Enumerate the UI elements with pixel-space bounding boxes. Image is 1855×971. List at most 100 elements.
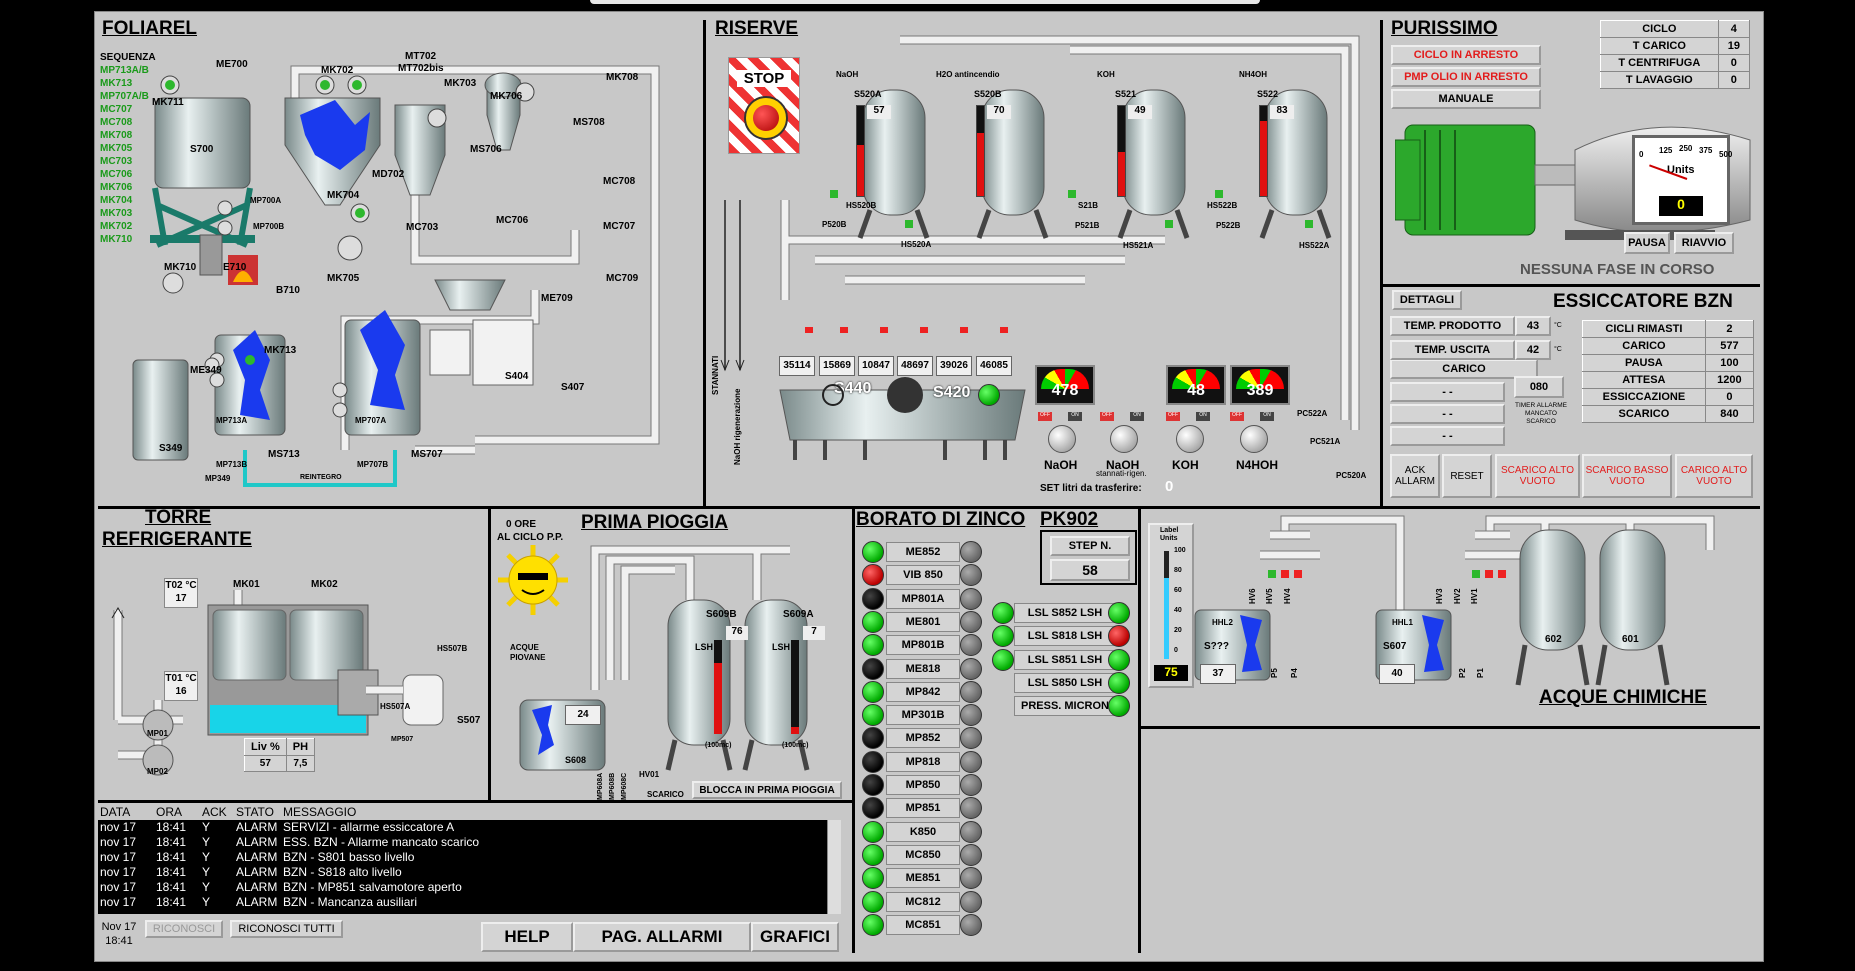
borato-motor-row[interactable]: MP801A bbox=[862, 587, 982, 610]
label-p522b: P522B bbox=[1216, 221, 1241, 230]
borato-motor-row[interactable]: MP850 bbox=[862, 774, 982, 796]
borato-motor-row[interactable]: MC851 bbox=[862, 913, 982, 936]
step-label: STEP N. bbox=[1050, 536, 1130, 556]
level-switch-row: LSL S852 LSH bbox=[992, 602, 1132, 624]
carico-slot[interactable]: - - bbox=[1390, 382, 1505, 402]
motor-aux-lamp bbox=[960, 820, 982, 843]
dettagli-button[interactable]: DETTAGLI bbox=[1392, 290, 1462, 310]
borato-motor-row[interactable]: ME852 bbox=[862, 541, 982, 563]
section-title-refrigerante: REFRIGERANTE bbox=[102, 529, 252, 550]
liv-value: 57 bbox=[244, 755, 287, 772]
analyzer-gauge: 48 bbox=[1166, 365, 1226, 405]
borato-motor-row[interactable]: MP842 bbox=[862, 680, 982, 703]
stat-label: T CENTRIFUGA bbox=[1600, 54, 1719, 72]
tank-level-value: 76 bbox=[726, 626, 748, 640]
selector-switch[interactable] bbox=[1048, 425, 1076, 453]
sequenza-item: MK706 bbox=[100, 182, 133, 193]
riconosci-tutti-button[interactable]: RICONOSCI TUTTI bbox=[230, 920, 343, 938]
temp-unit: °C bbox=[1554, 346, 1562, 353]
section-title-torre: TORRE bbox=[145, 507, 212, 528]
alarm-cell: Y bbox=[202, 880, 211, 894]
label-b710: B710 bbox=[276, 285, 300, 296]
alarm-row[interactable]: nov 17 18:41 Y ALARM BZN - Mancanza ausiliar… bbox=[98, 895, 840, 910]
pk902-step-box: STEP N. 58 bbox=[1040, 530, 1137, 585]
label-ms708: MS708 bbox=[573, 117, 605, 128]
borato-motor-row[interactable]: K850 bbox=[862, 820, 982, 843]
selector-switch[interactable] bbox=[1110, 425, 1138, 453]
alarm-cell: Y bbox=[202, 835, 211, 849]
timer-value[interactable]: 080 bbox=[1514, 376, 1564, 398]
selector-switch[interactable] bbox=[1240, 425, 1268, 453]
label-hv01: HV01 bbox=[639, 770, 660, 779]
essiccatore-command-button[interactable]: ACK ALLARM bbox=[1390, 454, 1440, 498]
analyzer-gauge: 478 bbox=[1035, 365, 1095, 405]
essiccatore-command-button[interactable]: SCARICO BASSO VUOTO bbox=[1582, 454, 1672, 498]
borato-motor-row[interactable]: MC812 bbox=[862, 890, 982, 913]
pausa-button[interactable]: PAUSA bbox=[1624, 232, 1670, 254]
level-switch-row: LSL S850 LSH bbox=[992, 671, 1132, 694]
label-s-unknown: S??? bbox=[1204, 641, 1229, 652]
alarm-list[interactable]: nov 17 18:41 Y ALARM SERVIZI - allarme essic… bbox=[98, 820, 840, 914]
motor-status-lamp bbox=[862, 867, 884, 890]
alarm-column-header: DATA bbox=[100, 805, 131, 819]
label-e710: E710 bbox=[223, 262, 247, 273]
sequenza-title: SEQUENZA bbox=[100, 52, 156, 63]
level-switch-name: PRESS. MICRON bbox=[1014, 696, 1116, 717]
borato-motor-row[interactable]: MP801B bbox=[862, 634, 982, 657]
alarm-row[interactable]: nov 17 18:41 Y ALARM BZN - S818 alto livello bbox=[98, 865, 840, 880]
grafici-button[interactable]: GRAFICI bbox=[751, 922, 839, 952]
tank-chem-label: NaOH bbox=[836, 70, 859, 79]
alarm-cell: 18:41 bbox=[156, 850, 187, 864]
sequenza-item: MC703 bbox=[100, 156, 133, 167]
alarm-row[interactable]: nov 17 18:41 Y ALARM BZN - S801 basso livell… bbox=[98, 850, 840, 865]
label-mc709: MC709 bbox=[606, 273, 639, 284]
borato-motor-row[interactable]: MP818 bbox=[862, 750, 982, 773]
divider bbox=[852, 508, 855, 953]
sequenza-item: MC708 bbox=[100, 117, 133, 128]
label-mk02: MK02 bbox=[311, 579, 338, 590]
borato-motor-row[interactable]: VIB 850 bbox=[862, 564, 982, 587]
alarm-cell: ALARM bbox=[236, 835, 278, 849]
alarm-row[interactable]: nov 17 18:41 Y ALARM SERVIZI - allarme essic… bbox=[98, 820, 840, 835]
lsh-lamp bbox=[1108, 695, 1130, 718]
borato-motor-row[interactable]: ME851 bbox=[862, 867, 982, 890]
sequenza-item: MP713A/B bbox=[100, 65, 149, 76]
essiccatore-command-button[interactable]: CARICO ALTO VUOTO bbox=[1675, 454, 1753, 498]
gauge-value: 389 bbox=[1246, 382, 1274, 399]
motor-name: VIB 850 bbox=[886, 565, 960, 586]
alarm-row[interactable]: nov 17 18:41 Y ALARM BZN - MP851 salvamotore… bbox=[98, 880, 840, 895]
motor-status-lamp bbox=[862, 587, 884, 610]
blocca-prima-pioggia-button[interactable]: BLOCCA IN PRIMA PIOGGIA bbox=[692, 781, 842, 799]
label-mp713b: MP713B bbox=[216, 460, 248, 469]
label-mp01: MP01 bbox=[147, 729, 168, 738]
borato-motor-row[interactable]: MP852 bbox=[862, 727, 982, 750]
riavvio-button[interactable]: RIAVVIO bbox=[1674, 232, 1734, 254]
borato-motor-row[interactable]: MC850 bbox=[862, 843, 982, 866]
borato-motor-row[interactable]: MP301B bbox=[862, 704, 982, 727]
stat-value: 4 bbox=[1717, 20, 1751, 38]
temp-unit: °C bbox=[1554, 322, 1562, 329]
stat-value: 0 bbox=[1717, 54, 1751, 72]
pagina-allarmi-button[interactable]: PAG. ALLARMI bbox=[573, 922, 751, 952]
carico-slot[interactable]: - - bbox=[1390, 404, 1505, 424]
stat-value: 100 bbox=[1704, 354, 1755, 372]
stat-value: 19 bbox=[1717, 37, 1751, 55]
motor-status-lamp bbox=[862, 634, 884, 657]
label-s700: S700 bbox=[190, 144, 214, 155]
alarm-scrollbar[interactable] bbox=[827, 820, 841, 914]
help-button[interactable]: HELP bbox=[481, 922, 573, 952]
selector-switch[interactable] bbox=[1176, 425, 1204, 453]
carico-slot[interactable]: - - bbox=[1390, 426, 1505, 446]
essiccatore-command-button[interactable]: RESET bbox=[1442, 454, 1492, 498]
riconosci-button[interactable]: RICONOSCI bbox=[145, 920, 223, 938]
stat-value: 0 bbox=[1717, 71, 1751, 89]
alarm-row[interactable]: nov 17 18:41 Y ALARM ESS. BZN - Allarme manc… bbox=[98, 835, 840, 850]
essiccatore-command-button[interactable]: SCARICO ALTO VUOTO bbox=[1495, 454, 1580, 498]
liv-label: Liv % bbox=[244, 738, 287, 756]
borato-motor-row[interactable]: ME801 bbox=[862, 610, 982, 633]
set-litri-value[interactable]: 0 bbox=[1165, 478, 1173, 495]
purissimo-status: CICLO IN ARRESTO bbox=[1391, 45, 1541, 65]
borato-motor-row[interactable]: ME818 bbox=[862, 657, 982, 680]
bar-label: Label bbox=[1160, 527, 1179, 534]
borato-motor-row[interactable]: MP851 bbox=[862, 797, 982, 820]
